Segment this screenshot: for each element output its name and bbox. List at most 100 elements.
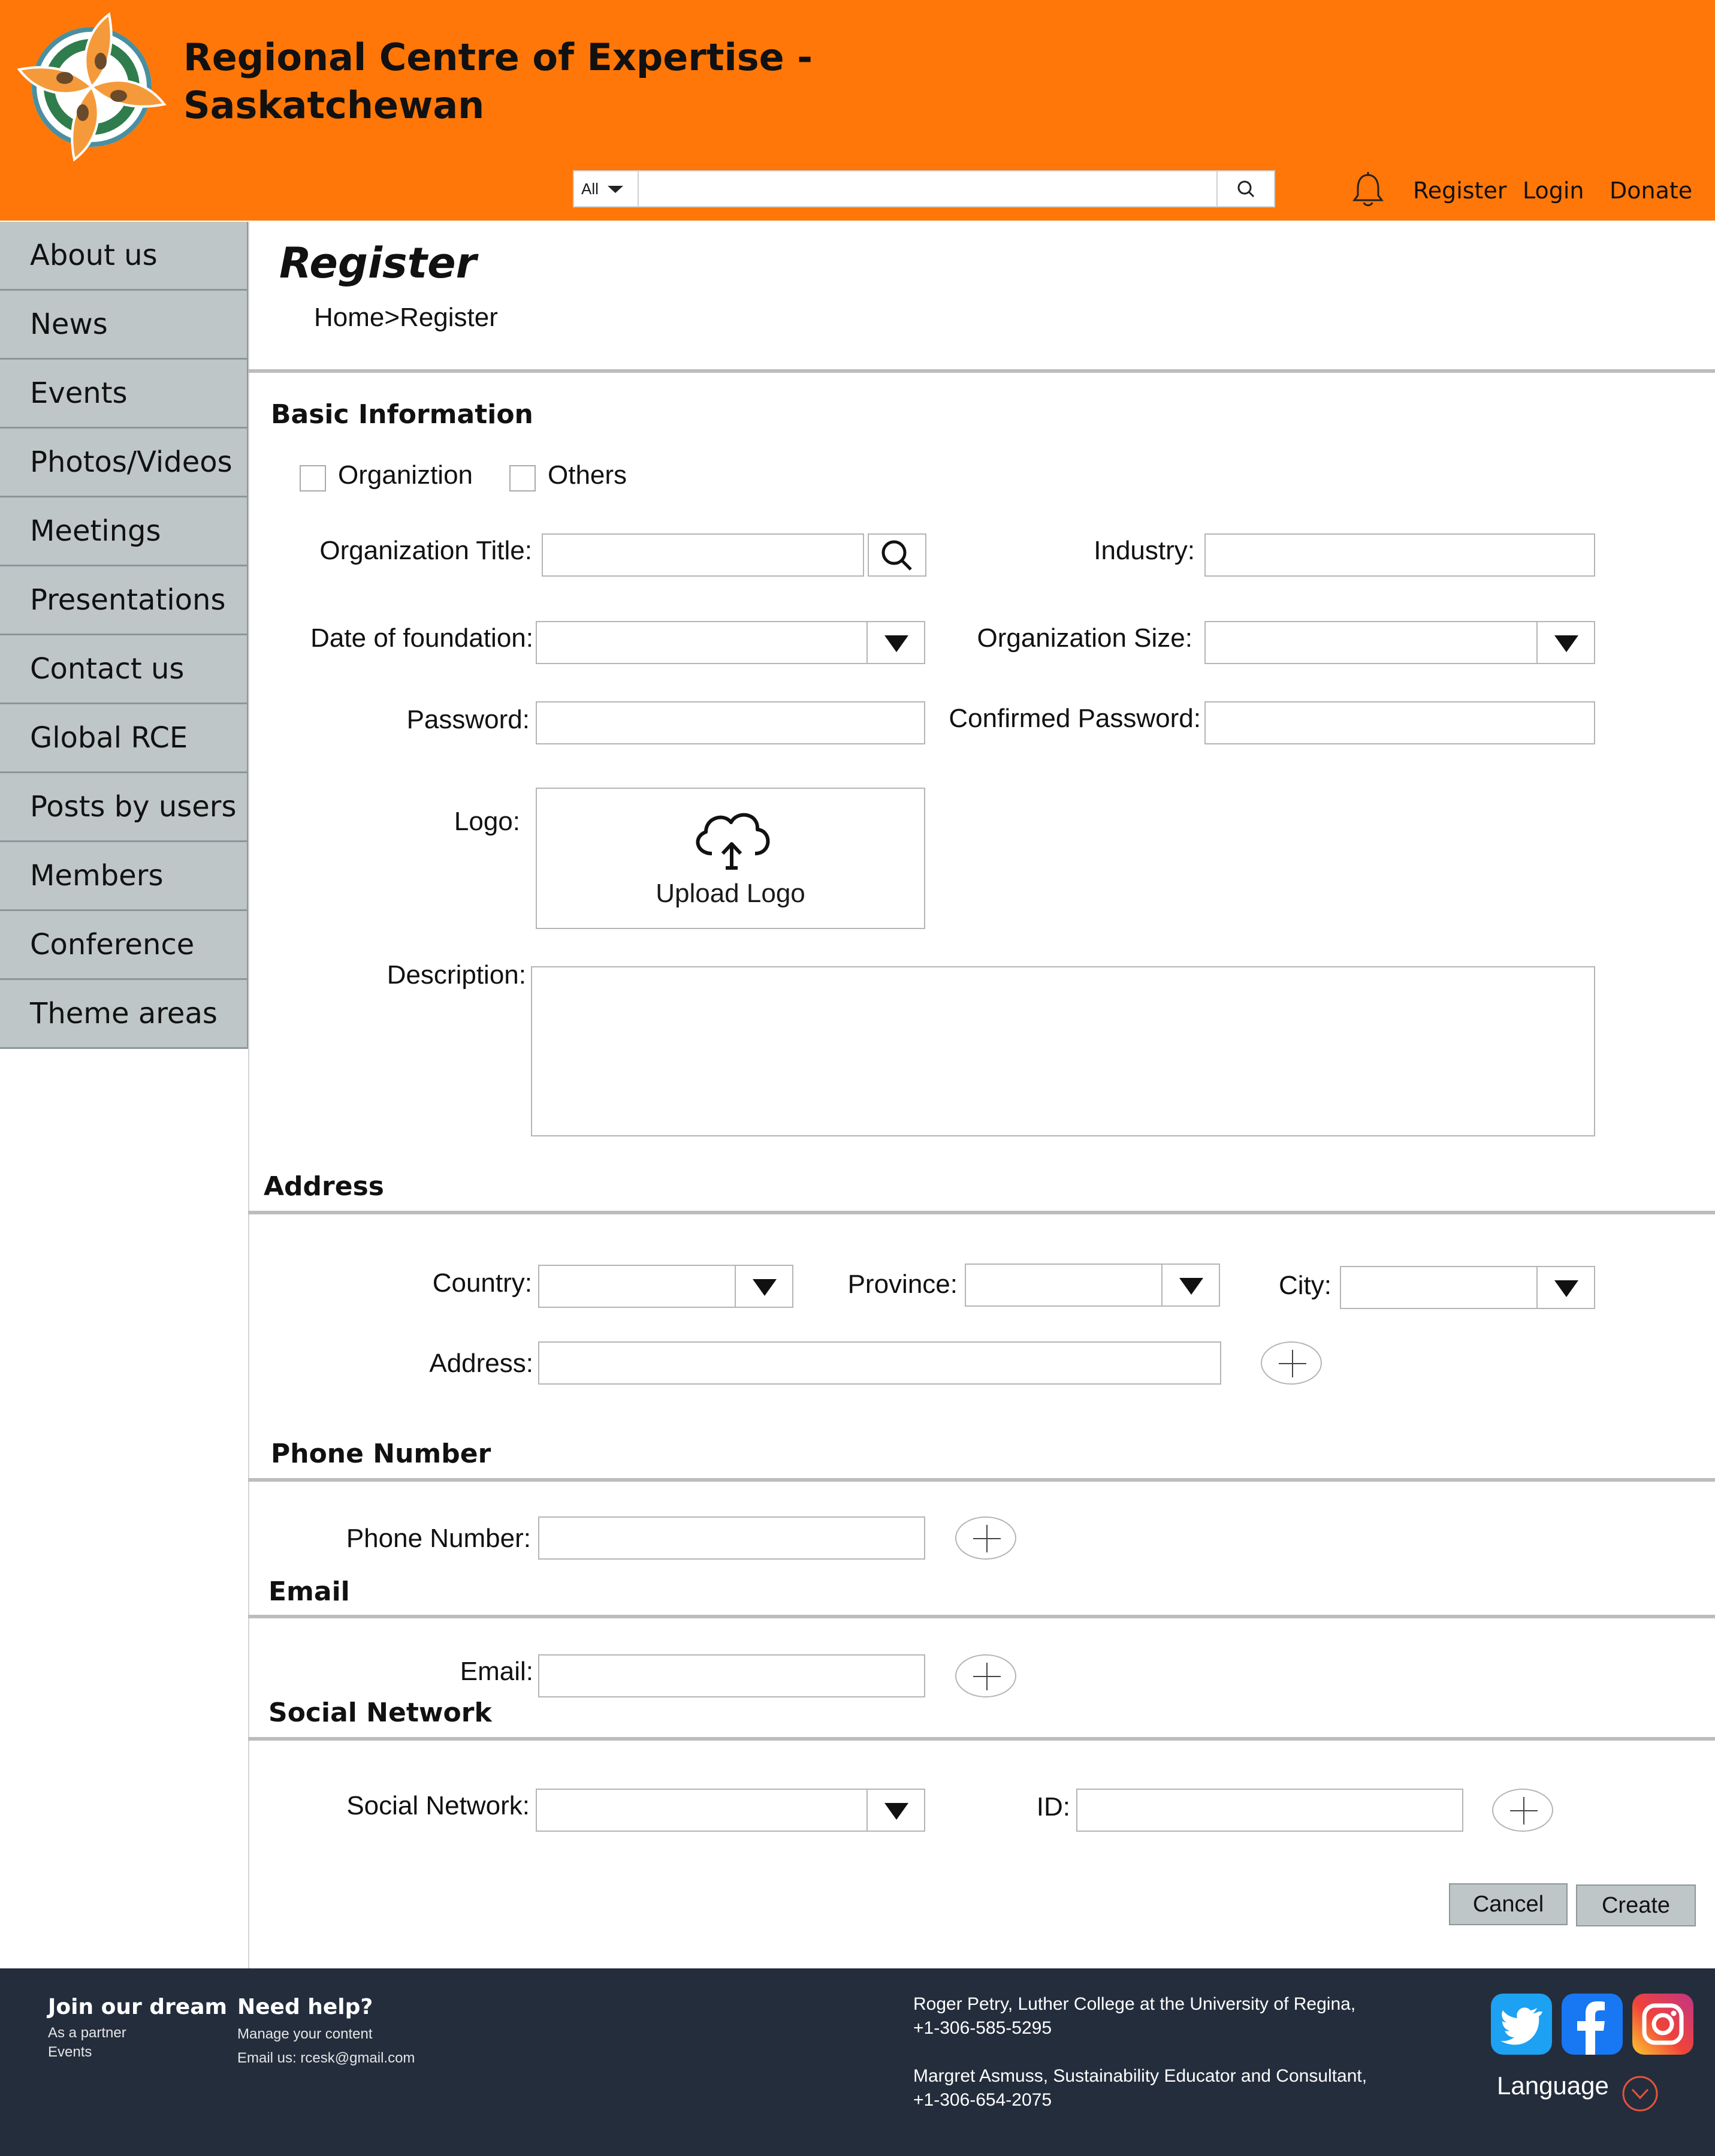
org-title-label: Organization Title: bbox=[319, 536, 532, 565]
province-select[interactable] bbox=[965, 1264, 1220, 1307]
social-id-label: ID: bbox=[1036, 1792, 1070, 1822]
sidebar-item-events[interactable]: Events bbox=[0, 360, 248, 429]
org-title-input[interactable] bbox=[542, 533, 864, 577]
page-title: Register bbox=[279, 239, 477, 288]
language-label[interactable]: Language bbox=[1497, 2071, 1609, 2100]
social-network-heading: Social Network bbox=[268, 1697, 492, 1728]
description-textarea[interactable] bbox=[531, 966, 1595, 1136]
rce-logo[interactable] bbox=[13, 8, 170, 165]
search-button[interactable] bbox=[1216, 171, 1274, 206]
email-input[interactable] bbox=[538, 1654, 925, 1697]
footer-partner-link[interactable]: As a partner bbox=[48, 2025, 126, 2042]
add-email-button[interactable] bbox=[955, 1654, 1016, 1697]
org-title-search-button[interactable] bbox=[868, 533, 926, 577]
instagram-icon[interactable] bbox=[1632, 1994, 1693, 2055]
sidebar-item-members[interactable]: Members bbox=[0, 842, 248, 911]
address-label: Address: bbox=[429, 1349, 533, 1378]
header-donate-link[interactable]: Donate bbox=[1610, 177, 1692, 204]
footer-join-heading: Join our dream bbox=[48, 1995, 228, 2019]
footer-contact-1-name: Roger Petry, Luther College at the Unive… bbox=[913, 1994, 1356, 2014]
organization-checkbox-label: Organiztion bbox=[338, 460, 473, 490]
sidebar-item-contact-us[interactable]: Contact us bbox=[0, 635, 248, 704]
search-icon bbox=[881, 540, 912, 571]
city-label: City: bbox=[1279, 1271, 1331, 1300]
search-bar: All bbox=[573, 170, 1275, 207]
chevron-down-icon[interactable] bbox=[1622, 2075, 1659, 2112]
dropdown-arrow-icon bbox=[1536, 1267, 1594, 1308]
site-title-line2: Saskatchewan bbox=[183, 83, 485, 127]
foundation-date-select[interactable] bbox=[536, 621, 925, 664]
sidebar-item-theme-areas[interactable]: Theme areas bbox=[0, 980, 248, 1049]
description-label: Description: bbox=[387, 960, 526, 990]
others-checkbox-label: Others bbox=[548, 460, 627, 490]
facebook-icon[interactable] bbox=[1562, 1994, 1623, 2055]
footer-events-link[interactable]: Events bbox=[48, 2044, 92, 2061]
social-network-label: Social Network: bbox=[346, 1791, 530, 1820]
email-label: Email: bbox=[460, 1657, 533, 1686]
cancel-button[interactable]: Cancel bbox=[1449, 1883, 1568, 1925]
dropdown-arrow-icon bbox=[735, 1266, 792, 1307]
sidebar-item-meetings[interactable]: Meetings bbox=[0, 497, 248, 566]
dropdown-arrow-icon bbox=[866, 622, 924, 663]
search-scope-dropdown[interactable]: All bbox=[574, 171, 639, 206]
footer-manage-content-link[interactable]: Manage your content bbox=[237, 2026, 372, 2043]
org-size-select[interactable] bbox=[1204, 621, 1595, 664]
sidebar-item-conference[interactable]: Conference bbox=[0, 911, 248, 980]
phone-heading: Phone Number bbox=[271, 1439, 491, 1469]
notification-bell-icon[interactable] bbox=[1351, 171, 1385, 207]
logo-label: Logo: bbox=[454, 807, 520, 836]
social-network-select[interactable] bbox=[536, 1789, 925, 1832]
section-divider bbox=[248, 369, 1715, 373]
section-divider bbox=[248, 1211, 1715, 1214]
header-register-link[interactable]: Register bbox=[1413, 177, 1506, 204]
site-footer: Join our dream As a partner Events Need … bbox=[0, 1968, 1715, 2156]
add-phone-button[interactable] bbox=[955, 1516, 1016, 1560]
footer-contact-2-phone: +1-306-654-2075 bbox=[913, 2090, 1052, 2110]
footer-email-link[interactable]: Email us: rcesk@gmail.com bbox=[237, 2050, 415, 2067]
search-input[interactable] bbox=[640, 171, 1190, 206]
confirm-password-label: Confirmed Password: bbox=[949, 704, 1201, 733]
sidebar-divider bbox=[248, 222, 249, 1968]
dropdown-arrow-icon bbox=[1161, 1265, 1219, 1305]
country-select[interactable] bbox=[538, 1265, 793, 1308]
caret-down-icon bbox=[608, 186, 623, 193]
sidebar-item-photos-videos[interactable]: Photos/Videos bbox=[0, 429, 248, 497]
breadcrumb[interactable]: Home>Register bbox=[314, 303, 498, 333]
industry-label: Industry: bbox=[1094, 536, 1195, 565]
foundation-date-label: Date of foundation: bbox=[310, 623, 533, 653]
password-input[interactable] bbox=[536, 701, 925, 744]
province-label: Province: bbox=[847, 1270, 958, 1299]
section-divider bbox=[248, 1737, 1715, 1741]
header-login-link[interactable]: Login bbox=[1523, 177, 1584, 204]
address-input[interactable] bbox=[538, 1341, 1221, 1385]
confirm-password-input[interactable] bbox=[1204, 701, 1595, 744]
cloud-upload-icon bbox=[696, 813, 770, 870]
phone-number-input[interactable] bbox=[538, 1516, 925, 1560]
sidebar-item-about-us[interactable]: About us bbox=[0, 222, 248, 291]
org-size-label: Organization Size: bbox=[977, 623, 1192, 653]
footer-contact-2-name: Margret Asmuss, Sustainability Educator … bbox=[913, 2066, 1367, 2086]
industry-input[interactable] bbox=[1204, 533, 1595, 577]
others-checkbox[interactable] bbox=[509, 465, 536, 491]
sidebar-item-news[interactable]: News bbox=[0, 291, 248, 360]
twitter-icon[interactable] bbox=[1491, 1994, 1552, 2055]
social-id-input[interactable] bbox=[1076, 1789, 1463, 1832]
upload-logo-dropzone[interactable]: Upload Logo bbox=[536, 788, 925, 929]
sidebar-item-presentations[interactable]: Presentations bbox=[0, 566, 248, 635]
email-heading: Email bbox=[268, 1576, 350, 1607]
basic-info-heading: Basic Information bbox=[271, 399, 533, 430]
dropdown-arrow-icon bbox=[866, 1790, 924, 1831]
section-divider bbox=[248, 1615, 1715, 1618]
sidebar-item-posts-by-users[interactable]: Posts by users bbox=[0, 773, 248, 842]
password-label: Password: bbox=[406, 705, 530, 734]
footer-help-heading: Need help? bbox=[237, 1995, 373, 2019]
create-button[interactable]: Create bbox=[1576, 1884, 1696, 1926]
organization-checkbox[interactable] bbox=[300, 465, 326, 491]
add-social-network-button[interactable] bbox=[1492, 1789, 1553, 1832]
footer-contact-1-phone: +1-306-585-5295 bbox=[913, 2018, 1052, 2038]
sidebar-item-global-rce[interactable]: Global RCE bbox=[0, 704, 248, 773]
city-select[interactable] bbox=[1340, 1266, 1595, 1309]
address-heading: Address bbox=[264, 1171, 384, 1202]
add-address-button[interactable] bbox=[1261, 1341, 1322, 1385]
country-label: Country: bbox=[432, 1268, 532, 1298]
